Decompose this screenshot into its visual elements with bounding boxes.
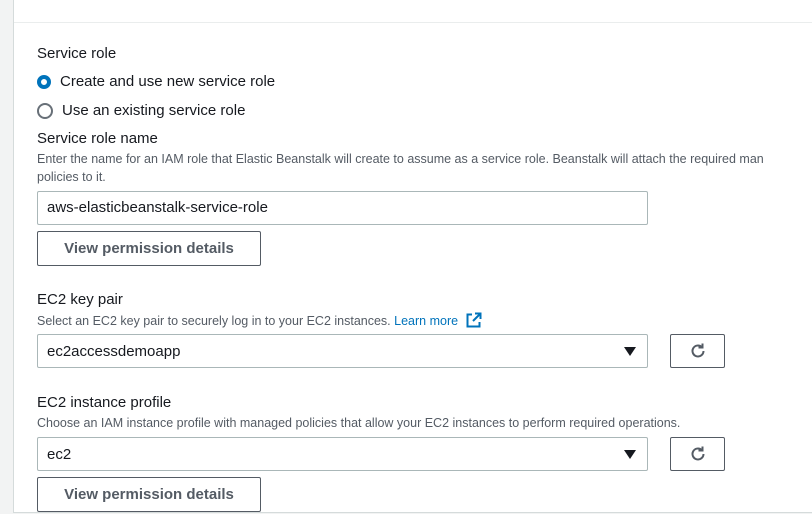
radio-option-label: Use an existing service role <box>62 102 246 119</box>
panel-top-edge <box>14 0 812 23</box>
radio-unchecked-indicator[interactable] <box>37 102 53 119</box>
external-link-icon[interactable] <box>466 312 482 333</box>
refresh-key-pairs-button[interactable] <box>670 334 725 368</box>
ec2-instance-profile-select[interactable]: ec2 <box>37 437 648 471</box>
ec2-instance-profile-selected-value: ec2 <box>47 445 72 463</box>
caret-down-icon <box>624 450 636 459</box>
ec2-key-pair-selected-value: ec2accessdemoapp <box>47 342 181 360</box>
ec2-instance-profile-label: EC2 instance profile <box>37 394 172 411</box>
radio-create-new-service-role[interactable]: Create and use new service role <box>37 73 275 90</box>
service-role-name-description-line1: Enter the name for an IAM role that Elas… <box>37 152 764 166</box>
ec2-key-pair-label: EC2 key pair <box>37 291 123 308</box>
settings-panel: Service role Create and use new service … <box>13 0 812 513</box>
view-instance-profile-permission-details-button[interactable]: View permission details <box>37 477 261 512</box>
radio-option-label: Create and use new service role <box>60 73 276 90</box>
view-permission-details-button[interactable]: View permission details <box>37 231 261 266</box>
refresh-icon <box>691 446 704 461</box>
radio-checked-indicator[interactable] <box>37 74 51 89</box>
ec2-key-pair-select[interactable]: ec2accessdemoapp <box>37 334 648 368</box>
caret-down-icon <box>624 347 636 356</box>
ec2-key-pair-description-text: Select an EC2 key pair to securely log i… <box>37 314 391 328</box>
learn-more-link[interactable]: Learn more <box>394 314 458 328</box>
ec2-instance-profile-description: Choose an IAM instance profile with mana… <box>37 416 681 430</box>
refresh-icon <box>691 343 704 358</box>
service-role-name-input[interactable]: aws-elasticbeanstalk-service-role <box>37 191 648 225</box>
radio-use-existing-service-role[interactable]: Use an existing service role <box>37 102 245 119</box>
service-role-name-label: Service role name <box>37 130 158 147</box>
refresh-instance-profiles-button[interactable] <box>670 437 725 471</box>
ec2-key-pair-description: Select an EC2 key pair to securely log i… <box>37 312 482 333</box>
service-role-label: Service role <box>37 45 117 62</box>
service-role-name-description-line2: policies to it. <box>37 170 106 184</box>
